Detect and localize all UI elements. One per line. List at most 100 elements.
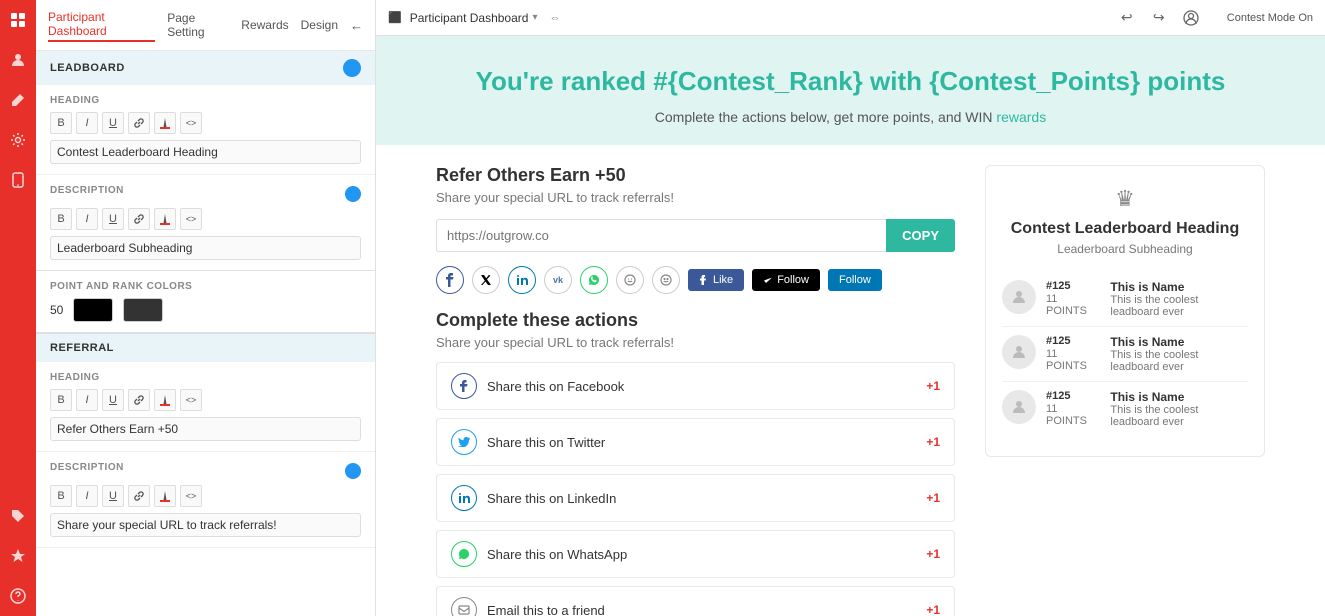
italic-button[interactable]: I (76, 112, 98, 134)
lb-rank-info-1: #125 11 POINTS (1046, 335, 1092, 372)
color-button[interactable] (154, 112, 176, 134)
copy-button[interactable]: COPY (886, 219, 955, 252)
facebook-like-button[interactable]: Like (688, 269, 744, 291)
action-linkedin[interactable]: Share this on LinkedIn +1 (436, 474, 955, 522)
action-whatsapp-points: +1 (926, 547, 940, 561)
desc-bold-button[interactable]: B (50, 208, 72, 230)
linkedin-share-icon[interactable] (508, 266, 536, 294)
ref-color-button[interactable] (154, 389, 176, 411)
tab-rewards[interactable]: Rewards (241, 16, 288, 34)
desc-link-button[interactable] (128, 208, 150, 230)
description-input[interactable] (50, 236, 361, 260)
tab-design[interactable]: Design (301, 16, 338, 34)
link-button[interactable] (128, 112, 150, 134)
tab-page-setting[interactable]: Page Setting (167, 9, 229, 41)
desc-code-button[interactable]: <> (180, 208, 202, 230)
lb-avatar-0 (1002, 280, 1036, 314)
color-swatch-1[interactable] (73, 298, 113, 322)
action-email-points: +1 (926, 603, 940, 616)
user-icon[interactable] (6, 48, 30, 72)
desc-italic-button[interactable]: I (76, 208, 98, 230)
hero-title: You're ranked #{Contest_Rank} with {Cont… (396, 66, 1305, 97)
lb-rank-0: #125 (1046, 280, 1092, 292)
referral-desc-label: DESCRIPTION (50, 462, 124, 473)
lb-pts-0: 11 POINTS (1046, 293, 1092, 317)
bold-button[interactable]: B (50, 112, 72, 134)
settings-icon[interactable] (6, 128, 30, 152)
url-input[interactable] (436, 219, 886, 252)
action-whatsapp[interactable]: Share this on WhatsApp +1 (436, 530, 955, 578)
rdesc-underline-button[interactable]: U (102, 485, 124, 507)
smile-share-icon[interactable] (652, 266, 680, 294)
breadcrumb: Participant Dashboard ▾ (410, 11, 538, 25)
back-button[interactable]: ← (350, 18, 363, 33)
description-toggle[interactable] (345, 186, 361, 202)
rewards-link[interactable]: rewards (996, 109, 1046, 125)
ref-link-button[interactable] (128, 389, 150, 411)
rdesc-link-button[interactable] (128, 485, 150, 507)
hero-subtitle: Complete the actions below, get more poi… (396, 109, 1305, 125)
undo-button[interactable]: ↩ (1115, 6, 1139, 30)
leaderboard-card: ♛ Contest Leaderboard Heading Leaderboar… (985, 165, 1265, 457)
point-rank-subsection: POINT AND RANK COLORS 50 (36, 271, 375, 334)
referral-desc-toolbar: B I U <> (50, 485, 361, 507)
heading-input[interactable] (50, 140, 361, 164)
ref-italic-button[interactable]: I (76, 389, 98, 411)
brush-icon[interactable] (6, 88, 30, 112)
vk-share-icon[interactable]: vk (544, 266, 572, 294)
facebook-share-icon[interactable] (436, 266, 464, 294)
action-facebook[interactable]: Share this on Facebook +1 (436, 362, 955, 410)
action-twitter[interactable]: Share this on Twitter +1 (436, 418, 955, 466)
referral-desc-toggle[interactable] (345, 463, 361, 479)
lb-rank-2: #125 (1046, 390, 1092, 402)
leadboard-label: LEADBOARD (50, 62, 125, 74)
lb-rank-info-2: #125 11 POINTS (1046, 390, 1092, 427)
referral-desc-input[interactable] (50, 513, 361, 537)
rdesc-bold-button[interactable]: B (50, 485, 72, 507)
underline-button[interactable]: U (102, 112, 124, 134)
action-linkedin-points: +1 (926, 491, 940, 505)
code-button[interactable]: <> (180, 112, 202, 134)
referral-heading-input[interactable] (50, 417, 361, 441)
account-icon[interactable] (1179, 6, 1203, 30)
ref-code-button[interactable]: <> (180, 389, 202, 411)
lb-entry-0: #125 11 POINTS This is Name This is the … (1002, 272, 1248, 327)
lb-avatar-1 (1002, 335, 1036, 369)
hero-section: You're ranked #{Contest_Rank} with {Cont… (376, 36, 1325, 145)
sidebar-tabs: Participant Dashboard Page Setting Rewar… (36, 0, 375, 51)
rdesc-color-button[interactable] (154, 485, 176, 507)
twitter-follow-button[interactable]: Follow (752, 269, 820, 291)
resize-icon[interactable]: ⇔ (549, 12, 560, 24)
lb-title: Contest Leaderboard Heading (1002, 220, 1248, 238)
redo-button[interactable]: ↪ (1147, 6, 1171, 30)
dropdown-arrow-icon: ▾ (532, 12, 537, 23)
tag-icon[interactable] (6, 504, 30, 528)
rdesc-italic-button[interactable]: I (76, 485, 98, 507)
action-email[interactable]: Email this to a friend +1 (436, 586, 955, 616)
description-subsection: DESCRIPTION B I U <> (36, 175, 375, 271)
desc-underline-button[interactable]: U (102, 208, 124, 230)
twitter-share-icon[interactable] (472, 266, 500, 294)
action-twitter-points: +1 (926, 435, 940, 449)
help-icon[interactable] (6, 584, 30, 608)
rdesc-code-button[interactable]: <> (180, 485, 202, 507)
crown-icon: ♛ (1002, 186, 1248, 212)
star-icon[interactable] (6, 544, 30, 568)
lb-desc-1: This is the coolest leadboard ever (1110, 349, 1248, 373)
lb-avatar-2 (1002, 390, 1036, 424)
action-whatsapp-icon (451, 541, 477, 567)
desc-color-button[interactable] (154, 208, 176, 230)
action-linkedin-icon (451, 485, 477, 511)
social-icons-row: vk (436, 266, 955, 294)
lb-rank-1: #125 (1046, 335, 1092, 347)
tab-participant-dashboard[interactable]: Participant Dashboard (48, 8, 155, 42)
color-swatch-2[interactable] (123, 298, 163, 322)
leadboard-toggle[interactable] (343, 59, 361, 77)
fb-like-label: Like (713, 274, 733, 286)
ref-bold-button[interactable]: B (50, 389, 72, 411)
whatsapp-share-icon[interactable] (580, 266, 608, 294)
ref-underline-button[interactable]: U (102, 389, 124, 411)
linkedin-follow-button[interactable]: Follow (828, 269, 882, 291)
phone-icon[interactable] (6, 168, 30, 192)
email-share-icon[interactable] (616, 266, 644, 294)
